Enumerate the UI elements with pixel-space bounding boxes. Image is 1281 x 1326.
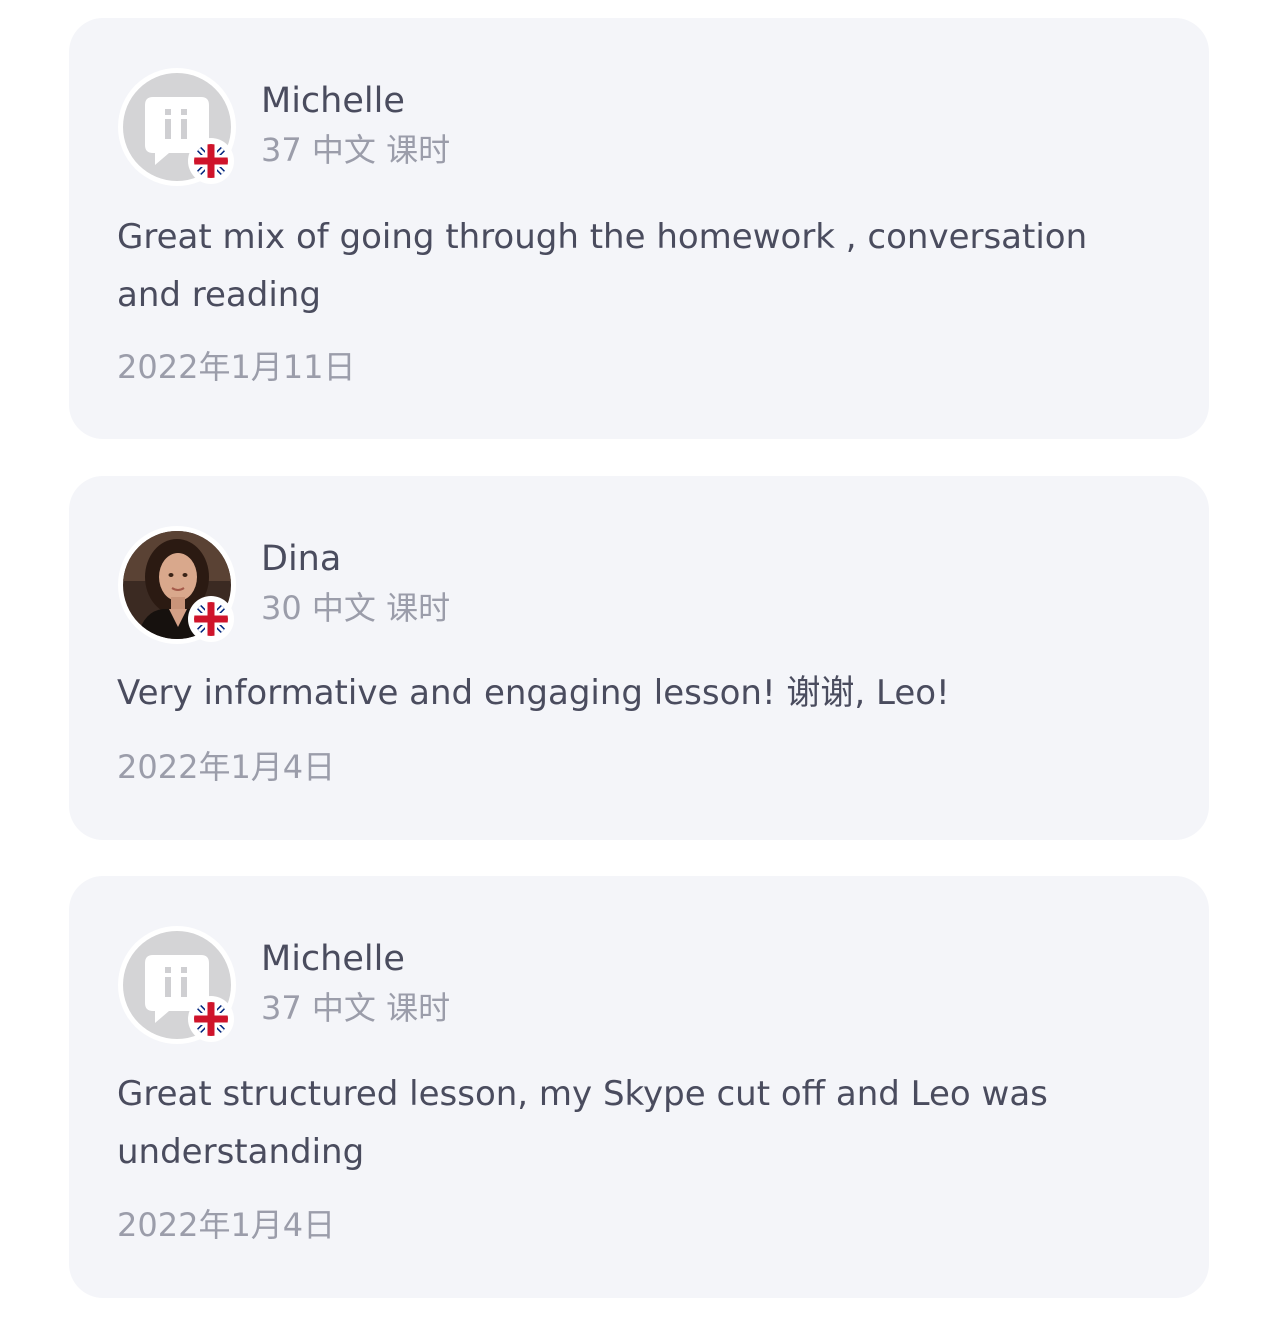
review-text: Very informative and engaging lesson! 谢谢… <box>117 673 950 713</box>
review-date: 2022年1月11日 <box>117 348 356 386</box>
review-date: 2022年1月4日 <box>117 748 336 786</box>
review-text: Great mix of going through the homework … <box>117 217 1088 315</box>
reviewer-name: Michelle <box>261 81 405 121</box>
lesson-count: 37 中文 课时 <box>261 131 451 169</box>
avatar[interactable] <box>118 526 236 644</box>
review-date: 2022年1月4日 <box>117 1206 336 1244</box>
uk-flag-icon <box>188 596 234 642</box>
review-card: Michelle 37 中文 课时 Great mix of going thr… <box>69 18 1209 439</box>
avatar[interactable] <box>118 926 236 1044</box>
reviewer-name: Michelle <box>261 939 405 979</box>
review-text: Great structured lesson, my Skype cut of… <box>117 1074 1048 1172</box>
uk-flag-icon <box>188 138 234 184</box>
lesson-count: 30 中文 课时 <box>261 589 451 627</box>
lesson-count: 37 中文 课时 <box>261 989 451 1027</box>
reviewer-name: Dina <box>261 539 342 579</box>
review-card: Dina 30 中文 课时 Very informative and engag… <box>69 476 1209 840</box>
uk-flag-icon <box>188 996 234 1042</box>
avatar[interactable] <box>118 68 236 186</box>
review-card: Michelle 37 中文 课时 Great structured lesso… <box>69 876 1209 1298</box>
